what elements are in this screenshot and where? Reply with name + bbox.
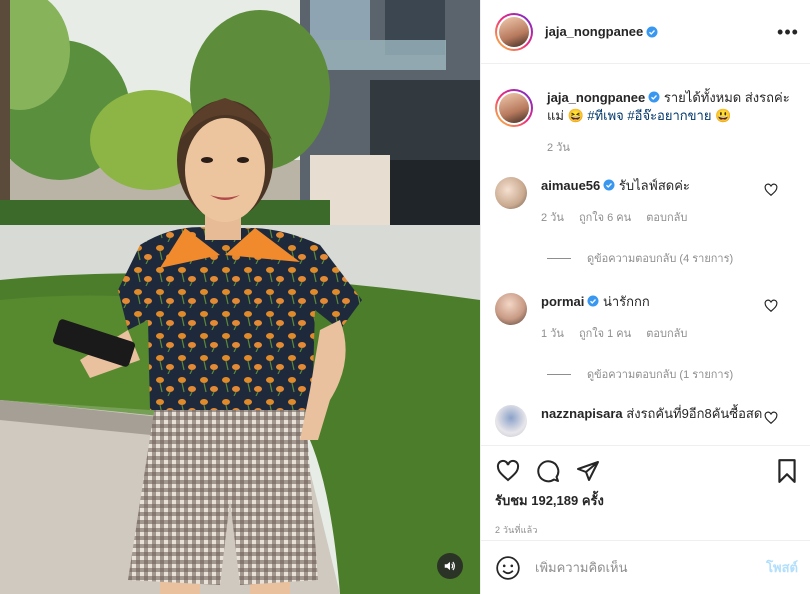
comments-list[interactable]: jaja_nongpanee รายได้ทั้งหมด ส่งรถค่ะแม่… xyxy=(481,65,810,445)
verified-badge-icon xyxy=(603,179,615,191)
view-replies-label: ดูข้อความตอบกลับ (1 รายการ) xyxy=(587,369,734,381)
share-button[interactable] xyxy=(575,458,601,484)
comment-likes[interactable]: ถูกใจ 1 คน xyxy=(579,328,631,340)
comment-item: aimaue56 รับไลฟ์สดค่ะ 2 วัน ถูกใจ 6 คน ต… xyxy=(495,177,796,227)
commenter-username[interactable]: aimaue56 xyxy=(541,178,600,193)
post-video[interactable] xyxy=(0,0,480,594)
commenter-avatar[interactable] xyxy=(495,177,527,209)
volume-toggle-button[interactable] xyxy=(437,553,463,579)
comment-composer: โพสต์ xyxy=(481,540,810,594)
video-frame xyxy=(0,0,480,594)
author-username[interactable]: jaja_nongpanee xyxy=(545,24,643,39)
caption-time[interactable]: 2 วัน xyxy=(547,142,570,154)
like-comment-heart-icon[interactable] xyxy=(764,183,778,197)
comment-text: รับไลฟ์สดค่ะ xyxy=(618,178,690,193)
bookmark-icon[interactable] xyxy=(774,458,800,484)
reply-button[interactable]: ตอบกลับ xyxy=(646,212,687,224)
heart-icon xyxy=(496,459,520,482)
comment-time[interactable]: 1 วัน xyxy=(541,328,564,340)
post-actions: รับชม 192,189 ครั้ง 2 วันที่แล้ว xyxy=(481,445,810,539)
caption-author-username[interactable]: jaja_nongpanee xyxy=(547,90,645,105)
more-horizontal-icon: ••• xyxy=(777,22,799,42)
view-replies-button[interactable]: ดูข้อความตอบกลับ (4 รายการ) xyxy=(547,249,796,267)
commenter-username[interactable]: nazznapisara xyxy=(541,406,623,421)
comment-time[interactable]: 2 วัน xyxy=(541,212,564,224)
verified-badge-icon xyxy=(648,91,660,103)
reply-button[interactable]: ตอบกลับ xyxy=(646,328,687,340)
post-caption: jaja_nongpanee รายได้ทั้งหมด ส่งรถค่ะแม่… xyxy=(495,89,796,157)
caption-hashtags[interactable]: #ทีเพจ #อีจ๊ะอยากขาย xyxy=(587,108,711,123)
caption-emoji: 😃 xyxy=(715,108,732,123)
comment-text: น่ารักกก xyxy=(602,294,650,309)
comment-text: ส่งรถคันที่9อีก8คันซื้อสด xyxy=(626,406,763,421)
comment-button[interactable] xyxy=(535,458,561,484)
comment-item: nazznapisara ส่งรถคันที่9อีก8คันซื้อสด xyxy=(495,405,796,437)
view-replies-button[interactable]: ดูข้อความตอบกลับ (1 รายการ) xyxy=(547,365,796,383)
post-header: jaja_nongpanee ••• xyxy=(481,0,810,64)
comment-item: pormai น่ารักกก 1 วัน ถูกใจ 1 คน ตอบกลับ xyxy=(495,293,796,343)
commenter-avatar[interactable] xyxy=(495,405,527,437)
commenter-avatar[interactable] xyxy=(495,293,527,325)
comment-likes[interactable]: ถูกใจ 6 คน xyxy=(579,212,631,224)
paper-plane-icon xyxy=(577,461,599,481)
post-comment-button[interactable]: โพสต์ xyxy=(766,557,798,578)
post-sidebar: jaja_nongpanee ••• jaja_nongpanee รายได้… xyxy=(480,0,810,594)
author-avatar[interactable] xyxy=(495,12,533,51)
verified-badge-icon xyxy=(587,295,599,307)
caption-author-avatar[interactable] xyxy=(495,89,533,127)
comment-bubble-icon xyxy=(537,460,560,483)
more-options-button[interactable]: ••• xyxy=(777,22,799,42)
speaker-icon xyxy=(444,561,455,571)
like-comment-heart-icon[interactable] xyxy=(764,299,778,313)
emoji-icon[interactable] xyxy=(495,555,521,581)
replies-divider xyxy=(547,373,571,375)
commenter-username[interactable]: pormai xyxy=(541,294,584,309)
comment-input[interactable] xyxy=(535,560,745,575)
view-replies-label: ดูข้อความตอบกลับ (4 รายการ) xyxy=(587,253,734,265)
post-timestamp[interactable]: 2 วันที่แล้ว xyxy=(495,523,796,537)
replies-divider xyxy=(547,257,571,259)
verified-badge-icon xyxy=(646,26,658,37)
like-comment-heart-icon[interactable] xyxy=(764,411,778,425)
view-count[interactable]: รับชม 192,189 ครั้ง xyxy=(495,490,796,511)
like-button[interactable] xyxy=(495,458,521,484)
